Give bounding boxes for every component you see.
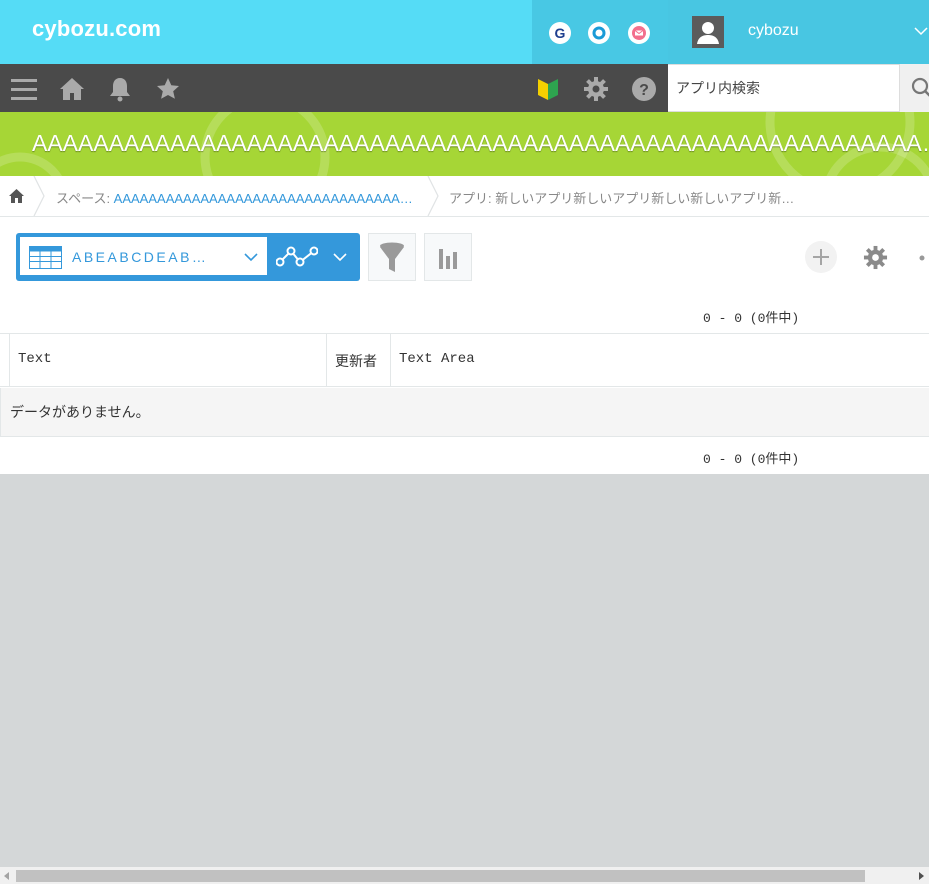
- bell-icon[interactable]: [107, 76, 133, 102]
- user-avatar[interactable]: [692, 16, 724, 48]
- pager-bottom: 0 - 0 (0件中): [703, 452, 800, 467]
- help-icon[interactable]: ?: [631, 76, 657, 102]
- breadcrumb-separator: [33, 176, 45, 216]
- search-button[interactable]: [900, 64, 929, 112]
- scroll-left-arrow-icon[interactable]: [4, 872, 10, 880]
- table-header: Text 更新者 Text Area: [0, 333, 929, 387]
- username[interactable]: cybozu: [748, 22, 799, 40]
- table-header-spacer: [0, 334, 10, 386]
- view-name[interactable]: ABEABCDEAB…: [72, 249, 208, 265]
- office-link-icon[interactable]: [588, 22, 610, 44]
- more-options-icon[interactable]: [918, 254, 926, 262]
- plus-icon: [813, 249, 829, 265]
- beginner-mark-icon[interactable]: [536, 76, 560, 102]
- chevron-down-icon[interactable]: [333, 252, 347, 262]
- breadcrumb-app: アプリ: 新しいアプリ新しいアプリ新しい新しいアプリ新…: [449, 191, 795, 206]
- svg-text:?: ?: [639, 82, 649, 99]
- add-record-button[interactable]: [805, 241, 837, 273]
- garoon-link-icon[interactable]: G: [549, 22, 571, 44]
- menu-icon[interactable]: [11, 77, 37, 103]
- bar-chart-icon: [439, 249, 457, 269]
- breadcrumb: スペース: AAAAAAAAAAAAAAAAAAAAAAAAAAAAAAAAA……: [0, 176, 929, 217]
- home-icon[interactable]: [9, 189, 24, 203]
- space-title: AAAAAAAAAAAAAAAAAAAAAAAAAAAAAAAAAAAAAAAA…: [32, 130, 929, 156]
- pager-top: 0 - 0 (0件中): [703, 311, 800, 326]
- graph-button[interactable]: [424, 233, 472, 281]
- line-graph-icon: [276, 246, 318, 267]
- space-banner: AAAAAAAAAAAAAAAAAAAAAAAAAAAAAAAAAAAAAAAA…: [0, 112, 929, 176]
- home-icon[interactable]: [59, 76, 85, 102]
- star-icon[interactable]: [155, 76, 181, 102]
- mailwise-link-icon[interactable]: [628, 22, 650, 44]
- filter-button[interactable]: [368, 233, 416, 281]
- person-icon: [697, 22, 719, 44]
- breadcrumb-separator: [427, 176, 439, 216]
- scrollbar-thumb[interactable]: [16, 870, 865, 882]
- column-header-text[interactable]: Text: [10, 334, 327, 386]
- column-header-text-area[interactable]: Text Area: [391, 334, 929, 386]
- graph-selector[interactable]: [267, 233, 360, 281]
- table-view-icon: [29, 246, 62, 269]
- chevron-down-icon[interactable]: [244, 252, 258, 262]
- chevron-down-icon[interactable]: [914, 24, 928, 38]
- cybozu-logo[interactable]: cybozu.com: [32, 16, 161, 42]
- empty-message-row: データがありません。: [0, 388, 929, 437]
- breadcrumb-space-link[interactable]: AAAAAAAAAAAAAAAAAAAAAAAAAAAAAAAAA…: [114, 191, 413, 206]
- gear-icon[interactable]: [863, 245, 888, 270]
- column-header-updater[interactable]: 更新者: [327, 334, 391, 386]
- gear-icon[interactable]: [583, 76, 609, 102]
- empty-message: データがありません。: [10, 404, 150, 420]
- search-icon: [911, 77, 929, 97]
- app-search-box: [668, 64, 900, 112]
- service-links: G: [532, 0, 668, 64]
- search-input[interactable]: [676, 78, 891, 98]
- filter-icon: [380, 242, 404, 272]
- breadcrumb-space[interactable]: スペース: AAAAAAAAAAAAAAAAAAAAAAAAAAAAAAAAA…: [56, 188, 413, 207]
- scroll-right-arrow-icon[interactable]: [918, 872, 924, 880]
